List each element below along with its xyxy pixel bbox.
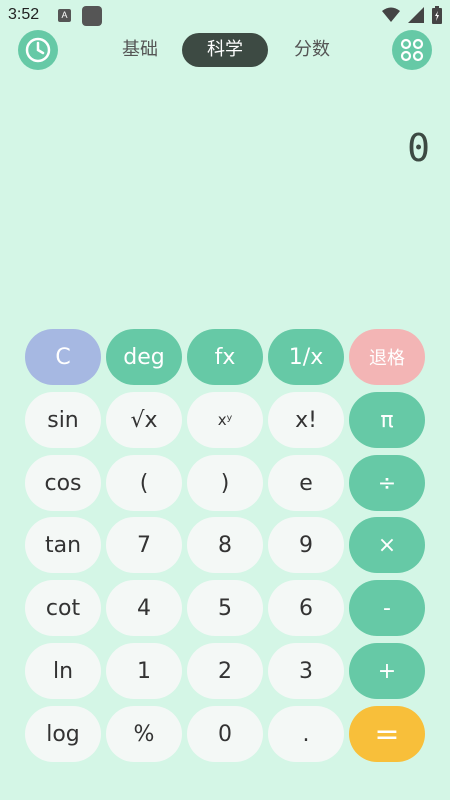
digit-2-button[interactable]: 2	[187, 643, 263, 699]
tab-basic[interactable]: 基础	[106, 33, 174, 67]
percent-button[interactable]: %	[106, 706, 182, 762]
ln-button[interactable]: ln	[25, 643, 101, 699]
wifi-icon	[382, 7, 400, 22]
digit-0-button[interactable]: 0	[187, 706, 263, 762]
close-paren-button[interactable]: )	[187, 455, 263, 511]
battery-icon	[432, 6, 442, 24]
sqrt-button[interactable]: √x	[106, 392, 182, 448]
grid-menu-icon	[400, 38, 424, 62]
power-button[interactable]: xʸ	[187, 392, 263, 448]
equals-button[interactable]: =	[349, 706, 425, 762]
tab-fraction[interactable]: 分数	[279, 33, 345, 67]
digit-4-button[interactable]: 4	[106, 580, 182, 636]
pi-button[interactable]: π	[349, 392, 425, 448]
digit-9-button[interactable]: 9	[268, 517, 344, 573]
digit-8-button[interactable]: 8	[187, 517, 263, 573]
subtract-button[interactable]: -	[349, 580, 425, 636]
tan-button[interactable]: tan	[25, 517, 101, 573]
notification-app-icon	[82, 6, 102, 26]
status-time: 3:52	[8, 6, 40, 23]
notification-a-icon: A	[58, 9, 71, 22]
add-button[interactable]: +	[349, 643, 425, 699]
result-display: 0	[407, 126, 430, 170]
fx-button[interactable]: fx	[187, 329, 263, 385]
status-bar: 3:52 A	[0, 0, 450, 32]
open-paren-button[interactable]: (	[106, 455, 182, 511]
deg-button[interactable]: deg	[106, 329, 182, 385]
digit-6-button[interactable]: 6	[268, 580, 344, 636]
mode-tabs: 基础 科学 分数	[0, 33, 450, 67]
digit-1-button[interactable]: 1	[106, 643, 182, 699]
backspace-button[interactable]: 退格	[349, 329, 425, 385]
divide-button[interactable]: ÷	[349, 455, 425, 511]
log-button[interactable]: log	[25, 706, 101, 762]
e-button[interactable]: e	[268, 455, 344, 511]
signal-icon	[408, 7, 424, 23]
reciprocal-button[interactable]: 1/x	[268, 329, 344, 385]
decimal-point-button[interactable]: .	[268, 706, 344, 762]
digit-7-button[interactable]: 7	[106, 517, 182, 573]
menu-button[interactable]	[392, 30, 432, 70]
cos-button[interactable]: cos	[25, 455, 101, 511]
sin-button[interactable]: sin	[25, 392, 101, 448]
tab-scientific[interactable]: 科学	[182, 33, 268, 67]
digit-5-button[interactable]: 5	[187, 580, 263, 636]
factorial-button[interactable]: x!	[268, 392, 344, 448]
cot-button[interactable]: cot	[25, 580, 101, 636]
multiply-button[interactable]: ×	[349, 517, 425, 573]
clear-button[interactable]: C	[25, 329, 101, 385]
digit-3-button[interactable]: 3	[268, 643, 344, 699]
status-icons	[382, 6, 442, 24]
